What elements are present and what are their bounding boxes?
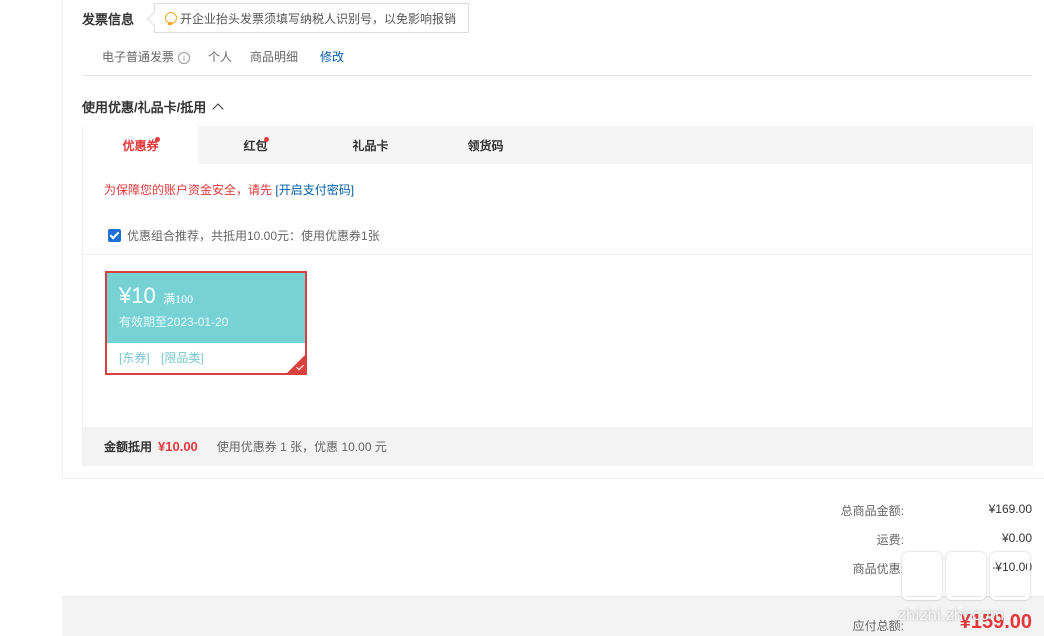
invoice-type: 电子普通发票 i — [102, 48, 191, 65]
tab-gift-card-label: 礼品卡 — [352, 138, 389, 153]
coupon-tag-jd: [东券] — [119, 351, 150, 365]
new-badge-dot — [155, 137, 160, 142]
combo-checkbox[interactable] — [108, 229, 121, 242]
coupon-condition: 满100 — [163, 292, 194, 306]
coupon-tabs: 优惠券 红包 礼品卡 领货码 — [83, 126, 1032, 164]
goods-total-value: ¥169.00 — [988, 502, 1032, 516]
invoice-section: 发票信息 开企业抬头发票须填写纳税人识别号，以免影响报销 电子普通发票 i 个人 … — [82, 0, 1032, 76]
coupon-tags: [东券] [限品类] — [107, 343, 305, 373]
modify-invoice-link[interactable]: 修改 — [320, 48, 344, 65]
order-totals: 总商品金额: ¥169.00 运费: ¥0.00 商品优惠: -¥10.00 — [784, 502, 1032, 589]
total-row-goods: 总商品金额: ¥169.00 — [784, 502, 1032, 531]
payable-amount: ¥159.00 — [959, 611, 1032, 633]
tab-gift-card[interactable]: 礼品卡 — [313, 126, 428, 164]
invoice-holder: 个人 — [208, 50, 233, 64]
tab-coupon[interactable]: 优惠券 — [83, 126, 198, 164]
discount-value: -¥10.00 — [991, 560, 1032, 574]
coupon-panel: 优惠券 红包 礼品卡 领货码 为保障您的账户资金安全，请先 [开启支付密码] 优… — [82, 126, 1033, 466]
tab-redeem-code[interactable]: 领货码 — [428, 126, 543, 164]
payment-bar: 应付总额: ¥159.00 — [62, 596, 1044, 636]
coupon-amount: ¥10 — [119, 283, 156, 308]
coupon-section-title: 使用优惠/礼品卡/抵用 — [82, 100, 207, 115]
tab-coupon-label: 优惠券 — [122, 138, 159, 153]
coupon-card[interactable]: ¥10 满100 有效期至2023-01-20 [东券] [限品类] — [105, 271, 307, 375]
shipping-label: 运费: — [876, 533, 904, 547]
discount-summary: 金额抵用 ¥10.00 使用优惠券 1 张，优惠 10.00 元 — [83, 427, 1032, 466]
coupon-value-line: ¥10 满100 — [119, 283, 305, 309]
shipping-value: ¥0.00 — [1001, 531, 1032, 545]
invoice-details: 电子普通发票 i 个人 商品明细 修改 — [102, 48, 362, 65]
coupon-card-top: ¥10 满100 有效期至2023-01-20 — [107, 273, 305, 343]
section-divider — [62, 478, 1044, 479]
enable-pay-password-link[interactable]: [开启支付密码] — [275, 183, 354, 197]
invoice-content: 商品明细 — [250, 50, 299, 64]
combo-recommendation: 优惠组合推荐，共抵用10.00元：使用优惠券1张 — [108, 227, 380, 244]
info-icon[interactable]: i — [178, 52, 191, 64]
total-row-shipping: 运费: ¥0.00 — [784, 531, 1032, 560]
coupon-expiry: 有效期至2023-01-20 — [119, 315, 229, 329]
summary-detail: 使用优惠券 1 张，优惠 10.00 元 — [216, 440, 387, 454]
combo-text: 优惠组合推荐，共抵用10.00元：使用优惠券1张 — [127, 229, 380, 243]
left-border-line — [62, 0, 63, 478]
security-tip: 为保障您的账户资金安全，请先 [开启支付密码] — [104, 181, 354, 198]
total-row-discount: 商品优惠: -¥10.00 — [784, 560, 1032, 589]
invoice-tip-text: 开企业抬头发票须填写纳税人识别号，以免影响报销 — [180, 11, 457, 26]
chevron-up-icon — [212, 102, 224, 115]
coupon-tag-category: [限品类] — [161, 351, 204, 365]
new-badge-dot — [264, 137, 269, 142]
payable-label: 应付总额: — [852, 619, 904, 633]
tab-red-packet[interactable]: 红包 — [198, 126, 313, 164]
coupon-section-toggle[interactable]: 使用优惠/礼品卡/抵用 — [82, 97, 224, 116]
invoice-title: 发票信息 — [82, 12, 135, 27]
summary-label: 金额抵用 — [104, 440, 153, 454]
tooltip-arrow — [146, 11, 162, 27]
invoice-tooltip: 开企业抬头发票须填写纳税人识别号，以免影响报销 — [146, 3, 469, 33]
coupon-list: ¥10 满100 有效期至2023-01-20 [东券] [限品类] — [83, 254, 1032, 427]
tab-redeem-code-label: 领货码 — [467, 138, 504, 153]
summary-amount: ¥10.00 — [158, 439, 198, 454]
discount-label: 商品优惠: — [852, 562, 904, 576]
security-tip-text: 为保障您的账户资金安全，请先 — [104, 183, 273, 197]
goods-total-label: 总商品金额: — [840, 504, 904, 518]
lightbulb-icon — [165, 11, 177, 25]
